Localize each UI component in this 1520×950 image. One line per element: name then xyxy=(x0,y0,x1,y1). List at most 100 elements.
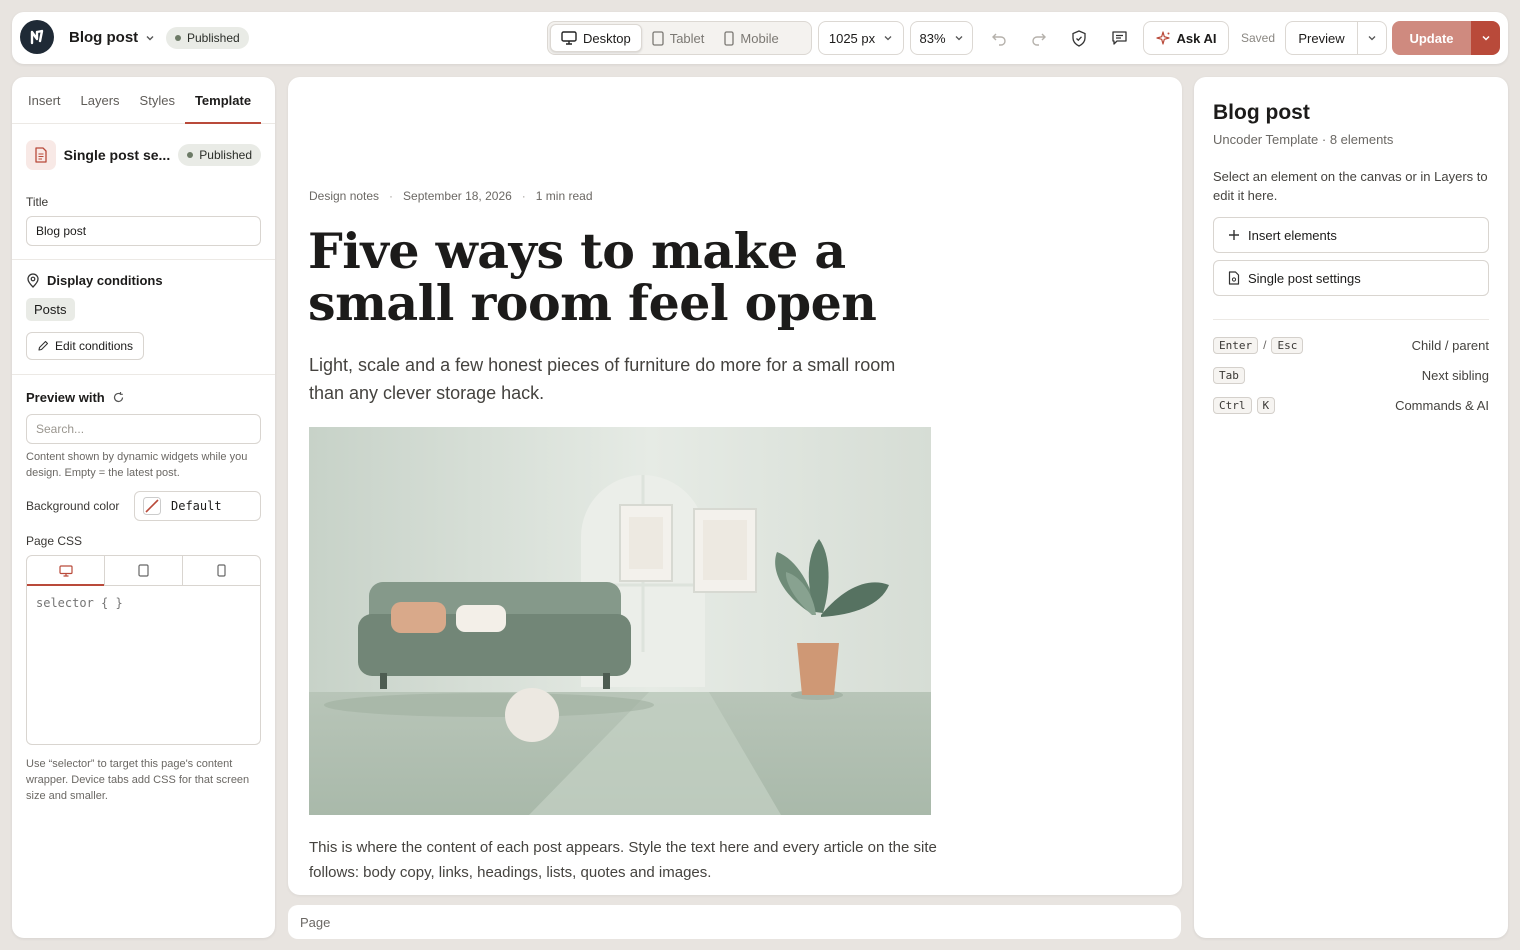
mobile-icon xyxy=(724,30,735,46)
meta-separator: · xyxy=(389,189,394,203)
css-device-tabs xyxy=(26,555,261,586)
tab-layers[interactable]: Layers xyxy=(71,77,130,123)
accessibility-check-button[interactable] xyxy=(1066,25,1092,51)
device-tablet-button[interactable]: Tablet xyxy=(642,24,715,52)
css-tab-tablet[interactable] xyxy=(105,556,183,585)
sparkle-icon xyxy=(1155,30,1170,45)
shortcut-description: Child / parent xyxy=(1411,337,1489,353)
post-excerpt[interactable]: Light, scale and a few honest pieces of … xyxy=(309,351,929,407)
single-post-settings-button[interactable]: Single post settings xyxy=(1213,260,1489,296)
update-options-button[interactable] xyxy=(1471,21,1500,55)
inspector-panel: Blog post Uncoder Template · 8 elements … xyxy=(1194,77,1508,938)
post-date: September 18, 2026 xyxy=(403,189,512,203)
mobile-icon xyxy=(217,564,226,577)
title-input[interactable] xyxy=(26,216,261,246)
shortcut-description: Commands & AI xyxy=(1395,397,1489,413)
tab-layers-label: Layers xyxy=(80,92,120,108)
tab-styles[interactable]: Styles xyxy=(130,77,185,123)
shortcut-row: Enter / Esc Child / parent xyxy=(1213,335,1489,355)
key-tab: Tab xyxy=(1213,366,1245,384)
key-k: K xyxy=(1256,396,1276,414)
tab-template[interactable]: Template xyxy=(184,77,262,124)
undo-icon xyxy=(992,33,1006,46)
comments-button[interactable] xyxy=(1106,25,1132,51)
tablet-icon xyxy=(138,564,149,577)
redo-button[interactable] xyxy=(1026,25,1052,51)
key-ctrl: Ctrl xyxy=(1213,396,1252,414)
zoom-select[interactable]: 83% xyxy=(910,21,973,55)
ask-ai-button[interactable]: Ask AI xyxy=(1143,21,1229,55)
display-conditions-heading: Display conditions xyxy=(26,273,261,288)
desktop-icon xyxy=(58,564,73,577)
tab-insert-label: Insert xyxy=(28,92,61,108)
condition-chip-posts[interactable]: Posts xyxy=(26,298,75,321)
undo-button[interactable] xyxy=(986,25,1012,51)
device-desktop-button[interactable]: Desktop xyxy=(550,24,642,52)
featured-image[interactable] xyxy=(309,427,931,815)
breadcrumb-page[interactable]: Page xyxy=(300,915,330,930)
post-read-time: 1 min read xyxy=(535,189,593,203)
canvas-width-value: 1025 px xyxy=(828,30,876,46)
divider xyxy=(12,374,275,375)
title-label: Title xyxy=(26,195,49,209)
page-css-help-text: Use “selector” to target this page's con… xyxy=(26,758,250,802)
page-css-editor[interactable] xyxy=(26,586,261,745)
shortcut-keys: Tab xyxy=(1213,366,1245,384)
css-tab-mobile[interactable] xyxy=(183,556,260,585)
chevron-down-icon xyxy=(955,36,962,41)
template-status-badge: Published xyxy=(178,144,261,166)
save-state: Saved xyxy=(1241,31,1276,45)
top-toolbar: Blog post Published Desktop Tablet Mobil… xyxy=(12,12,1508,64)
key-separator: / xyxy=(1263,338,1267,352)
preview-options-button[interactable] xyxy=(1358,22,1386,54)
template-status-label: Published xyxy=(199,148,252,162)
template-header: Single post se... Published xyxy=(26,132,261,178)
template-name: Single post se... xyxy=(63,147,171,163)
post-meta[interactable]: Design notes · September 18, 2026 · 1 mi… xyxy=(309,189,593,203)
preview-help-text: Content shown by dynamic widgets while y… xyxy=(26,451,248,479)
template-icon-wrap xyxy=(26,140,56,170)
design-canvas[interactable]: Design notes · September 18, 2026 · 1 mi… xyxy=(288,77,1182,895)
tab-insert[interactable]: Insert xyxy=(18,77,71,123)
shortcut-keys: Enter / Esc xyxy=(1213,336,1304,354)
tab-template-label: Template xyxy=(194,92,252,108)
canvas-width-select[interactable]: 1025 px xyxy=(818,21,904,55)
chevron-down-icon xyxy=(884,36,892,41)
document-title-menu[interactable]: Blog post xyxy=(69,29,156,46)
inspector-title: Blog post xyxy=(1213,101,1310,124)
app-logo[interactable] xyxy=(20,20,54,54)
background-color-row: Background color Default xyxy=(26,491,261,521)
device-switcher: Desktop Tablet Mobile xyxy=(547,21,812,55)
device-desktop-label: Desktop xyxy=(583,30,631,46)
status-badge: Published xyxy=(166,27,249,49)
device-mobile-button[interactable]: Mobile xyxy=(714,24,788,52)
post-content[interactable]: This is where the content of each post a… xyxy=(309,835,939,885)
edit-conditions-button[interactable]: Edit conditions xyxy=(26,332,145,360)
shortcut-keys: Ctrl K xyxy=(1213,396,1276,414)
inspector-subtitle: Uncoder Template · 8 elements xyxy=(1213,132,1394,147)
tablet-icon xyxy=(652,30,664,46)
shortcut-row: Ctrl K Commands & AI xyxy=(1213,395,1489,415)
single-post-settings-label: Single post settings xyxy=(1248,270,1361,286)
desktop-icon xyxy=(561,31,577,45)
status-dot xyxy=(175,35,181,41)
meta-separator: · xyxy=(521,189,526,203)
background-color-label: Background color xyxy=(26,499,120,513)
preview-search-input[interactable] xyxy=(26,414,261,444)
pencil-icon xyxy=(38,340,49,351)
location-pin-icon xyxy=(27,273,39,288)
insert-elements-button[interactable]: Insert elements xyxy=(1213,217,1489,253)
preview-with-heading: Preview with xyxy=(26,390,261,405)
chevron-down-icon xyxy=(1481,35,1490,41)
update-button[interactable]: Update xyxy=(1392,21,1471,55)
post-title[interactable]: Five ways to make a small room feel open xyxy=(308,225,908,329)
background-color-picker[interactable]: Default xyxy=(134,491,261,521)
preview-button[interactable]: Preview xyxy=(1286,22,1358,54)
update-split-button: Update xyxy=(1392,21,1500,55)
refresh-icon[interactable] xyxy=(112,391,125,404)
chevron-down-icon xyxy=(1368,36,1376,41)
display-conditions-label: Display conditions xyxy=(47,273,163,288)
key-esc: Esc xyxy=(1271,336,1304,354)
divider xyxy=(1213,319,1489,320)
css-tab-desktop[interactable] xyxy=(27,556,105,586)
